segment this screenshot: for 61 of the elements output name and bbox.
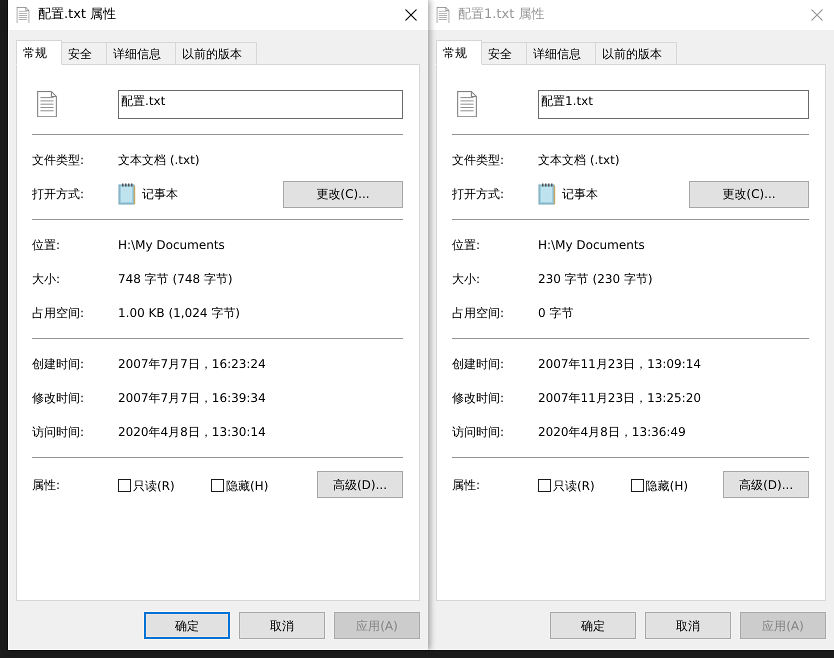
- document-icon: [36, 90, 58, 118]
- tab[interactable]: 常规: [16, 40, 62, 65]
- field-label: 创建时间:: [452, 356, 506, 373]
- tab[interactable]: 以前的版本: [595, 42, 677, 64]
- field-value: H:\My Documents: [538, 237, 645, 254]
- field-value: 2007年7月7日，16:39:34: [118, 390, 266, 407]
- field-label: 位置:: [452, 237, 482, 254]
- dialog-button[interactable]: 确定: [144, 612, 230, 639]
- field-value: 1.00 KB (1,024 字节): [118, 305, 240, 322]
- field-value: 2007年11月23日，13:25:20: [538, 390, 701, 407]
- advanced-button[interactable]: 高级(D)...: [317, 471, 403, 498]
- dialog-button[interactable]: 取消: [645, 612, 731, 639]
- field-value: 2020年4月8日，13:30:14: [118, 424, 266, 441]
- checkbox[interactable]: 只读(R): [118, 474, 211, 494]
- field-label: 占用空间:: [32, 305, 86, 322]
- field-label: 修改时间:: [32, 390, 86, 407]
- field-label: 修改时间:: [452, 390, 506, 407]
- field-value: 文本文档 (.txt): [118, 152, 200, 169]
- filename-field[interactable]: 配置1.txt: [538, 90, 809, 118]
- field-label: 创建时间:: [32, 356, 86, 373]
- field-value: 文本文档 (.txt): [538, 152, 620, 169]
- field-value: 230 字节 (230 字节): [538, 271, 653, 288]
- dialog-button[interactable]: 取消: [239, 612, 325, 639]
- field-label: 打开方式:: [32, 186, 86, 203]
- field-value: 记事本: [562, 186, 599, 203]
- field-value: 2007年11月23日，13:09:14: [538, 356, 701, 373]
- field-value: 0 字节: [538, 305, 574, 322]
- field-value: 记事本: [142, 186, 179, 203]
- dialog-button[interactable]: 确定: [550, 612, 636, 639]
- field-value: H:\My Documents: [118, 237, 225, 254]
- checkbox[interactable]: 隐藏(H): [211, 474, 304, 494]
- field-label: 打开方式:: [452, 186, 506, 203]
- change-button[interactable]: 更改(C)...: [689, 180, 809, 208]
- tab[interactable]: 以前的版本: [175, 42, 257, 64]
- window-title: 配置.txt 属性: [38, 6, 116, 24]
- field-label: 文件类型:: [32, 152, 86, 169]
- advanced-button[interactable]: 高级(D)...: [723, 471, 809, 498]
- document-icon: [436, 6, 450, 24]
- tab[interactable]: 常规: [436, 40, 482, 65]
- field-value: 748 字节 (748 字节): [118, 271, 233, 288]
- field-label: 占用空间:: [452, 305, 506, 322]
- field-label: 大小:: [32, 271, 62, 288]
- window-title: 配置1.txt 属性: [458, 6, 544, 24]
- notepad-icon: [538, 183, 556, 205]
- field-value: 2007年7月7日，16:23:24: [118, 356, 266, 373]
- field-label: 属性:: [452, 477, 482, 494]
- field-label: 位置:: [32, 237, 62, 254]
- change-button[interactable]: 更改(C)...: [283, 180, 403, 208]
- field-label: 访问时间:: [32, 424, 86, 441]
- close-icon[interactable]: [405, 9, 417, 21]
- checkbox[interactable]: 隐藏(H): [630, 474, 724, 494]
- notepad-icon: [118, 183, 136, 205]
- field-label: 文件类型:: [452, 152, 506, 169]
- field-label: 大小:: [452, 271, 482, 288]
- filename-field[interactable]: 配置.txt: [118, 90, 403, 118]
- document-icon: [16, 6, 30, 24]
- field-label: 访问时间:: [452, 424, 506, 441]
- checkbox[interactable]: 只读(R): [538, 474, 631, 494]
- field-label: 属性:: [32, 477, 62, 494]
- field-value: 2020年4月8日，13:36:49: [538, 424, 686, 441]
- document-icon: [456, 90, 478, 118]
